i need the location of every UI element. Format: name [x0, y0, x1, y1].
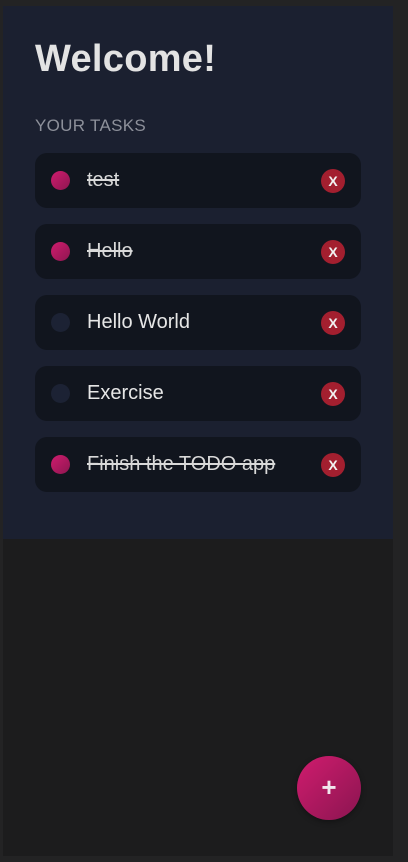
task-item: Finish the TODO app X — [35, 437, 361, 492]
task-text: Finish the TODO app — [87, 453, 276, 475]
delete-task-button[interactable]: X — [321, 169, 345, 193]
page-title: Welcome! — [35, 38, 217, 80]
add-task-button[interactable]: + — [297, 756, 361, 820]
delete-task-button[interactable]: X — [321, 382, 345, 406]
tasks-section-label: YOUR TASKS — [35, 116, 147, 135]
app-frame: Welcome! YOUR TASKS test X Hello X Hello… — [0, 0, 408, 862]
delete-task-button[interactable]: X — [321, 453, 345, 477]
task-text: Hello — [87, 240, 133, 262]
task-list: test X Hello X Hello World X Exercise X — [35, 153, 361, 508]
task-complete-toggle[interactable] — [51, 384, 70, 403]
todo-app: Welcome! YOUR TASKS test X Hello X Hello… — [3, 6, 393, 856]
tasks-panel: Welcome! YOUR TASKS test X Hello X Hello… — [3, 6, 393, 539]
plus-icon: + — [321, 772, 337, 802]
delete-task-button[interactable]: X — [321, 311, 345, 335]
task-text: Exercise — [87, 382, 164, 404]
delete-task-button[interactable]: X — [321, 240, 345, 264]
task-complete-toggle[interactable] — [51, 242, 70, 261]
task-complete-toggle[interactable] — [51, 171, 70, 190]
task-item: Hello X — [35, 224, 361, 279]
task-text: test — [87, 169, 120, 191]
task-complete-toggle[interactable] — [51, 313, 70, 332]
task-complete-toggle[interactable] — [51, 455, 70, 474]
task-item: Hello World X — [35, 295, 361, 350]
task-item: test X — [35, 153, 361, 208]
task-item: Exercise X — [35, 366, 361, 421]
task-text: Hello World — [87, 311, 190, 333]
